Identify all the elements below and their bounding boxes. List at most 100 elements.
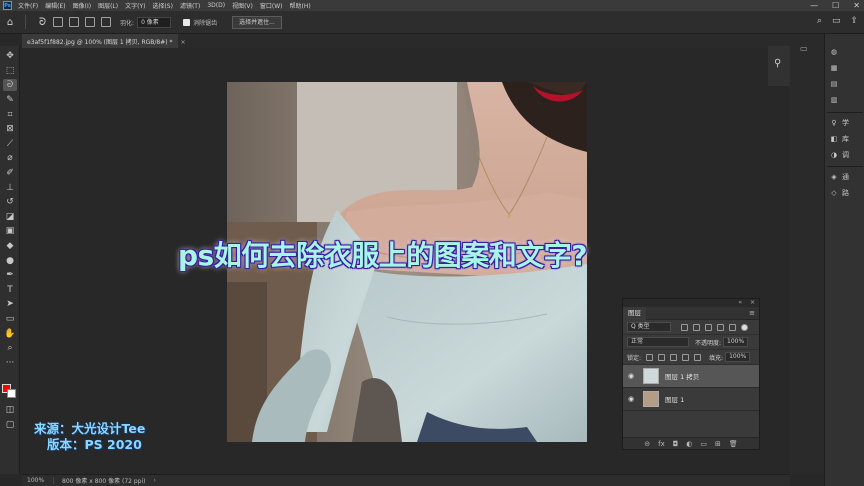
menu-layer[interactable]: 图层(L) — [98, 1, 118, 10]
intersect-selection-icon[interactable] — [101, 17, 112, 27]
menu-window[interactable]: 窗口(W) — [260, 1, 283, 10]
layer-style-icon[interactable]: fx — [658, 440, 665, 448]
menu-file[interactable]: 文件(F) — [18, 1, 38, 10]
swatches-icon[interactable]: ▦ — [829, 64, 864, 72]
filter-type-icon[interactable] — [705, 323, 712, 331]
blur-tool-icon[interactable]: ◆ — [3, 240, 17, 252]
layers-panel: « × 图层 ≡ Q 类型 正常 不透明度: 100% 锁定: 填充: 100%… — [622, 298, 760, 450]
marquee-tool-icon[interactable]: ⬚ — [3, 65, 17, 77]
feather-input[interactable]: 0 像素 — [137, 16, 172, 28]
filter-adjustment-icon[interactable] — [693, 323, 700, 331]
layer-thumbnail — [643, 391, 659, 407]
hand-tool-icon[interactable]: ✋ — [3, 328, 17, 340]
menu-help[interactable]: 帮助(H) — [290, 1, 311, 10]
lasso-tool-icon[interactable]: ᘐ — [3, 79, 17, 91]
clone-stamp-tool-icon[interactable]: ⊥ — [3, 182, 17, 194]
healing-brush-tool-icon[interactable]: ⌀ — [3, 152, 17, 164]
eraser-tool-icon[interactable]: ◪ — [3, 211, 17, 223]
filter-toggle-icon[interactable] — [741, 323, 748, 331]
quick-mask-icon[interactable]: ◫ — [3, 404, 17, 416]
rectangle-tool-icon[interactable]: ▭ — [3, 313, 17, 325]
menu-type[interactable]: 文字(Y) — [125, 1, 145, 10]
color-wheel-icon[interactable]: ◍ — [829, 48, 864, 56]
fill-label: 填充: — [709, 354, 724, 362]
menu-image[interactable]: 图像(I) — [73, 1, 91, 10]
screen-mode-icon[interactable]: ▢ — [3, 419, 17, 431]
paths-icon[interactable]: ◇ 路 — [829, 188, 864, 198]
gradient-tool-icon[interactable]: ▣ — [3, 225, 17, 237]
antialias-checkbox[interactable] — [183, 18, 191, 26]
lock-transparent-icon[interactable] — [646, 353, 654, 361]
adjustment-layer-icon[interactable]: ◐ — [686, 440, 692, 448]
visibility-eye-icon[interactable]: ◉ — [623, 372, 639, 380]
panel-menu-icon[interactable]: ≡ — [749, 309, 755, 317]
opacity-input[interactable]: 100% — [723, 337, 749, 347]
lasso-preset-icon[interactable]: ᘐ — [39, 17, 46, 28]
properties-icon[interactable]: ⚲ — [774, 58, 781, 69]
path-select-tool-icon[interactable]: ➤ — [3, 298, 17, 310]
filter-shape-icon[interactable] — [717, 323, 724, 331]
new-selection-icon[interactable] — [53, 17, 64, 27]
zoom-tool-icon[interactable]: ⌕ — [3, 342, 17, 354]
lock-image-icon[interactable] — [658, 353, 666, 361]
layer-row[interactable]: ◉ 图层 1 — [623, 388, 759, 411]
frame-tool-icon[interactable]: ⊠ — [3, 123, 17, 135]
close-tab-icon[interactable]: × — [180, 39, 185, 46]
home-icon[interactable]: ⌂ — [0, 17, 20, 28]
search-icon[interactable]: ⌕ — [817, 16, 822, 26]
select-and-mask-button[interactable]: 选择并遮住... — [232, 15, 282, 29]
gradient-icon[interactable]: ▤ — [829, 80, 864, 88]
window-controls: — ☐ ✕ — [810, 0, 860, 11]
blend-mode-select[interactable]: 正常 — [627, 337, 689, 347]
learn-icon[interactable]: ♀ 学 — [829, 118, 864, 128]
status-arrow-icon[interactable]: › — [154, 477, 156, 484]
filter-pixel-icon[interactable] — [681, 323, 688, 331]
delete-layer-icon[interactable]: 🗑 — [729, 440, 738, 448]
dodge-tool-icon[interactable]: ● — [3, 255, 17, 267]
add-selection-icon[interactable] — [69, 17, 80, 27]
fill-input[interactable]: 100% — [725, 352, 751, 362]
close-panel-icon[interactable]: × — [750, 299, 755, 306]
lock-all-icon[interactable] — [694, 353, 702, 361]
layer-filter-select[interactable]: Q 类型 — [627, 322, 671, 332]
dock-toggle-icon[interactable]: ▭ — [800, 44, 808, 53]
brush-tool-icon[interactable]: ✐ — [3, 167, 17, 179]
background-color-swatch[interactable] — [7, 389, 16, 398]
add-mask-icon[interactable]: ◘ — [673, 440, 679, 448]
document-tab[interactable]: e3af5f1f882.jpg @ 100% (图层 1 拷贝, RGB/8#)… — [22, 34, 185, 48]
zoom-level[interactable]: 100% — [22, 477, 54, 484]
channels-icon[interactable]: ◈ 通 — [829, 172, 864, 182]
move-tool-icon[interactable]: ✥ — [3, 50, 17, 62]
subtract-selection-icon[interactable] — [85, 17, 96, 27]
eyedropper-tool-icon[interactable]: ⟋ — [3, 138, 17, 150]
menu-view[interactable]: 视图(V) — [232, 1, 253, 10]
workspace-icon[interactable]: ▭ — [832, 16, 841, 26]
lock-artboard-icon[interactable] — [682, 353, 690, 361]
link-layers-icon[interactable]: ⊝ — [644, 440, 650, 448]
history-brush-tool-icon[interactable]: ↺ — [3, 196, 17, 208]
libraries-icon[interactable]: ◧ 库 — [829, 134, 864, 144]
share-icon[interactable]: ⇪ — [850, 16, 858, 26]
maximize-icon[interactable]: ☐ — [832, 1, 839, 10]
quick-select-tool-icon[interactable]: ✎ — [3, 94, 17, 106]
menu-filter[interactable]: 滤镜(T) — [180, 1, 200, 10]
adjustments-icon[interactable]: ◑ 调 — [829, 150, 864, 160]
new-group-icon[interactable]: ▭ — [700, 440, 707, 448]
type-tool-icon[interactable]: T — [3, 284, 17, 296]
new-layer-icon[interactable]: ⊞ — [715, 440, 721, 448]
collapse-icon[interactable]: « — [738, 299, 742, 306]
filter-smart-object-icon[interactable] — [729, 323, 736, 331]
pen-tool-icon[interactable]: ✒ — [3, 269, 17, 281]
menu-edit[interactable]: 编辑(E) — [45, 1, 65, 10]
tab-layers[interactable]: 图层 — [623, 306, 646, 320]
layer-row[interactable]: ◉ 图层 1 拷贝 — [623, 365, 759, 388]
lock-position-icon[interactable] — [670, 353, 678, 361]
minimize-icon[interactable]: — — [810, 1, 818, 10]
patterns-icon[interactable]: ▥ — [829, 96, 864, 104]
menu-select[interactable]: 选择(S) — [152, 1, 173, 10]
crop-tool-icon[interactable]: ⌗ — [3, 109, 17, 121]
visibility-eye-icon[interactable]: ◉ — [623, 395, 639, 403]
menu-3d[interactable]: 3D(D) — [207, 2, 225, 9]
more-tools-icon[interactable]: ··· — [3, 357, 17, 369]
close-icon[interactable]: ✕ — [853, 1, 860, 10]
